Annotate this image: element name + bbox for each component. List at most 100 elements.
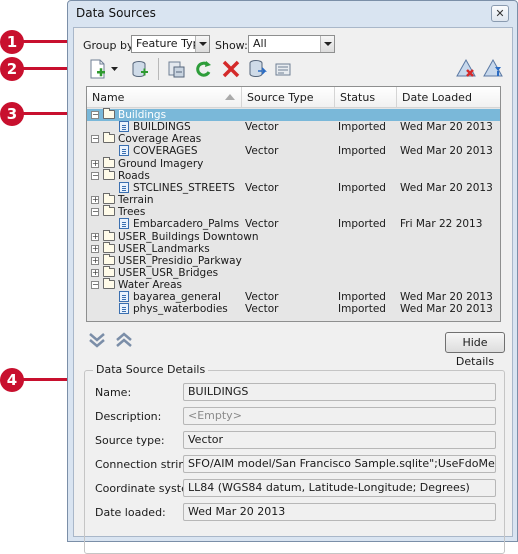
folder-icon — [103, 193, 115, 205]
cell-name: COVERAGES — [133, 145, 198, 158]
collapse-icon[interactable]: − — [91, 135, 99, 144]
refresh-cache-icon[interactable] — [166, 58, 188, 80]
list-item[interactable]: + Terrain — [87, 193, 500, 207]
cell-name: Coverage Areas — [118, 133, 202, 146]
expand-all-icon[interactable] — [87, 331, 107, 349]
folder-icon — [103, 229, 115, 241]
data-source-details-group: Data Source Details Name: BUILDINGS Desc… — [84, 363, 505, 554]
chevron-down-icon — [320, 36, 334, 52]
field-value-name[interactable]: BUILDINGS — [183, 383, 496, 401]
add-sources-icon[interactable] — [482, 58, 504, 80]
cell-date: Wed Mar 20 2013 — [400, 303, 493, 316]
cell-status: Imported — [338, 291, 386, 304]
field-label-description: Description: — [95, 410, 162, 423]
list-item[interactable]: COVERAGES Vector Imported Wed Mar 20 2013 — [87, 145, 500, 157]
collapse-icon[interactable]: − — [91, 208, 99, 217]
list-item[interactable]: STCLINES_STREETS Vector Imported Wed Mar 20… — [87, 181, 500, 194]
cell-type: Vector — [245, 303, 279, 316]
collapse-icon[interactable]: − — [91, 281, 99, 290]
group-by-select[interactable]: Feature Type — [131, 35, 210, 53]
expand-icon[interactable]: + — [91, 159, 99, 168]
data-source-icon — [119, 303, 129, 315]
delete-icon[interactable] — [220, 58, 242, 80]
collapse-all-icon[interactable] — [114, 331, 134, 349]
column-header-source-type[interactable]: Source Type — [242, 87, 335, 108]
hide-details-button[interactable]: Hide Details — [445, 332, 505, 368]
callout-number: 2 — [0, 57, 24, 81]
cell-name: Terrain — [118, 194, 154, 207]
cell-date: Fri Mar 22 2013 — [400, 218, 483, 231]
expand-icon[interactable]: + — [91, 256, 99, 265]
new-data-source-icon[interactable] — [87, 58, 109, 80]
cell-name: Water Areas — [118, 279, 183, 292]
field-value-connection-string[interactable]: SFO/AIM model/San Francisco Sample.sqlit… — [183, 455, 496, 473]
cell-type: Vector — [245, 291, 279, 304]
list-item[interactable]: − Roads — [87, 168, 500, 182]
list-item[interactable]: Embarcadero_Palms Vector Imported Fri Mar 2… — [87, 218, 500, 230]
cell-name: USER_Presidio_Parkway — [118, 254, 242, 267]
field-value-coordinate-system[interactable]: LL84 (WGS84 datum, Latitude-Longitude; D… — [183, 479, 496, 497]
export-icon[interactable] — [246, 58, 268, 80]
field-value-date-loaded[interactable]: Wed Mar 20 2013 — [183, 503, 496, 521]
cell-type: Vector — [245, 218, 279, 231]
sort-ascending-icon — [225, 94, 235, 100]
properties-icon[interactable] — [272, 58, 294, 80]
list-item[interactable]: + USER_Landmarks — [87, 241, 500, 255]
column-header-date-loaded[interactable]: Date Loaded — [397, 87, 502, 108]
column-header-name[interactable]: Name — [87, 87, 242, 108]
list-item[interactable]: phys_waterbodies Vector Imported Wed Mar 20… — [87, 303, 500, 315]
remove-sources-icon[interactable] — [455, 58, 477, 80]
refresh-icon[interactable] — [192, 58, 214, 80]
list-item[interactable]: bayarea_general Vector Imported Wed Mar 20 … — [87, 291, 500, 303]
data-source-icon — [119, 218, 129, 230]
data-source-icon — [119, 181, 129, 193]
cell-name: Ground Imagery — [118, 157, 204, 170]
cell-name: USER_Landmarks — [118, 242, 210, 255]
expand-icon[interactable]: + — [91, 268, 99, 277]
field-value-source-type[interactable]: Vector — [183, 431, 496, 449]
folder-icon — [103, 132, 115, 144]
list-item[interactable]: − Coverage Areas — [87, 132, 500, 146]
list-item[interactable]: BUILDINGS Vector Imported Wed Mar 20 2013 — [87, 121, 500, 133]
show-value: All — [253, 37, 267, 50]
cell-name: bayarea_general — [133, 291, 221, 304]
list-item[interactable]: − Trees — [87, 205, 500, 218]
field-label-source-type: Source type: — [95, 434, 165, 447]
list-item[interactable]: + USER_USR_Bridges — [87, 265, 500, 279]
expand-icon[interactable]: + — [91, 196, 99, 205]
title-bar[interactable]: Data Sources ✕ — [68, 1, 517, 27]
expand-icon[interactable]: + — [91, 244, 99, 253]
cell-type: Vector — [245, 121, 279, 134]
list-item[interactable]: + Ground Imagery — [87, 156, 500, 170]
toolbar-separator — [158, 58, 159, 80]
dropdown-arrow-icon[interactable] — [111, 58, 119, 80]
cell-name: STCLINES_STREETS — [133, 181, 235, 194]
column-header-status[interactable]: Status — [335, 87, 397, 108]
show-select[interactable]: All — [248, 35, 335, 53]
connect-database-icon[interactable] — [129, 58, 151, 80]
folder-icon — [103, 108, 115, 119]
cell-type: Vector — [245, 181, 279, 194]
cell-name: Buildings — [118, 109, 167, 121]
data-source-icon — [119, 145, 129, 157]
close-button[interactable]: ✕ — [491, 5, 509, 22]
list-item[interactable]: − Buildings — [87, 108, 500, 121]
expand-icon[interactable]: + — [91, 232, 99, 241]
cell-name: USER_Buildings Downtown — [118, 230, 259, 243]
folder-icon — [103, 168, 115, 180]
data-sources-list[interactable]: Name Source Type Status Date Loaded − Bui… — [86, 86, 501, 322]
cell-status: Imported — [338, 145, 386, 158]
chevron-down-icon — [195, 36, 209, 52]
field-value-description[interactable]: <Empty> — [183, 407, 496, 425]
collapse-icon[interactable]: − — [91, 171, 99, 180]
cell-name: Roads — [118, 169, 150, 182]
list-item[interactable]: + USER_Buildings Downtown — [87, 229, 500, 243]
list-item[interactable]: + USER_Presidio_Parkway — [87, 253, 500, 267]
folder-icon — [103, 253, 115, 265]
cell-name: Embarcadero_Palms — [133, 218, 240, 231]
collapse-icon[interactable]: − — [91, 111, 99, 119]
callout-number: 1 — [0, 30, 24, 54]
group-by-label: Group by: — [83, 39, 137, 52]
list-item[interactable]: − Water Areas — [87, 278, 500, 292]
folder-icon — [103, 265, 115, 277]
